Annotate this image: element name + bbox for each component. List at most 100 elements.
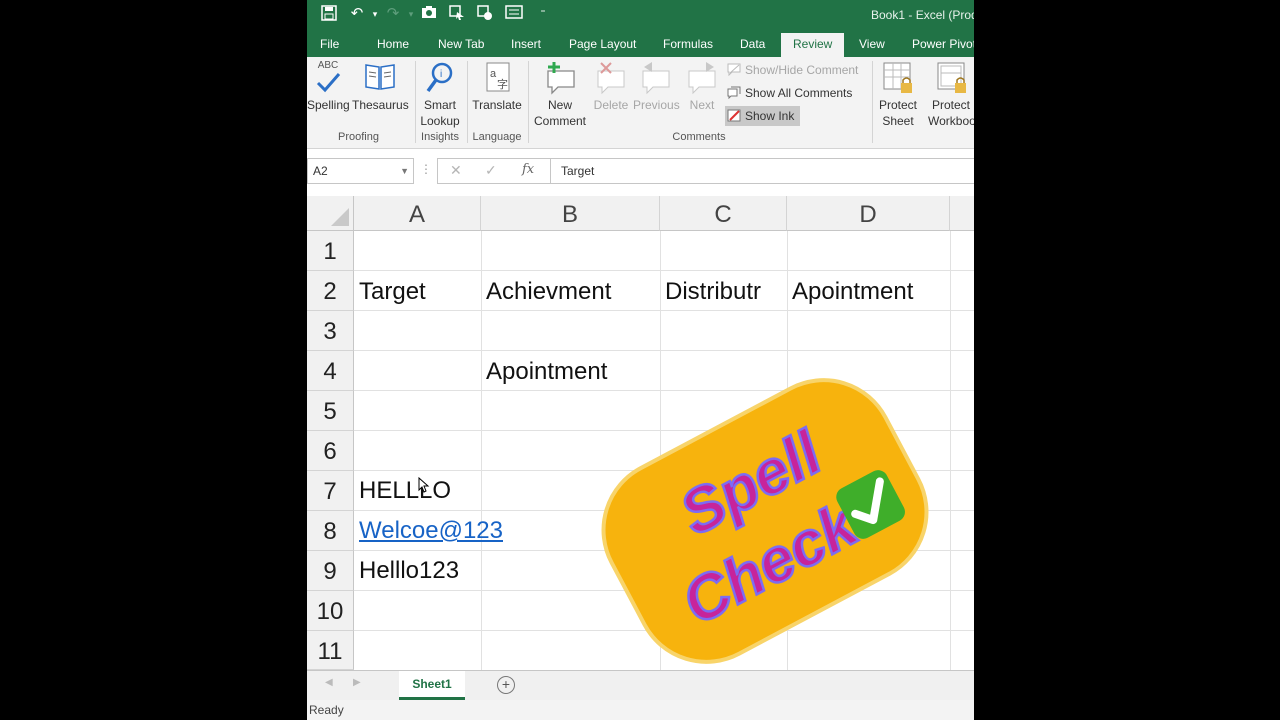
column-header-d[interactable]: D <box>787 196 950 231</box>
protect-workbook-button[interactable]: Protect Workbook <box>924 61 974 129</box>
row-header-1[interactable]: 1 <box>307 231 354 271</box>
camera-icon[interactable] <box>419 5 439 23</box>
formula-input[interactable]: Target <box>550 158 974 184</box>
redo-dropdown-icon: ▾ <box>408 9 414 19</box>
row-header-8[interactable]: 8 <box>307 511 354 551</box>
thesaurus-button[interactable]: Thesaurus <box>352 61 409 113</box>
status-text: Ready <box>309 703 344 717</box>
insights-group-label: Insights <box>421 131 459 143</box>
track-changes-icon[interactable] <box>475 5 495 23</box>
translate-label: Translate <box>472 98 522 112</box>
sheet-tab-sheet1[interactable]: Sheet1 <box>399 671 465 700</box>
cell-c2[interactable]: Distributr <box>665 272 761 312</box>
cancel-icon[interactable]: ✕ <box>450 162 462 179</box>
gridline <box>354 390 974 391</box>
show-hide-comment-button: Show/Hide Comment <box>725 60 858 80</box>
title-bar: ↶ ▾ ↷ ▾ ⁼ Book1 - Excel (Prod <box>307 0 974 30</box>
tab-view[interactable]: View <box>859 37 885 51</box>
tab-new-tab[interactable]: New Tab <box>438 37 484 51</box>
translate-button[interactable]: a字 Translate <box>469 61 525 113</box>
row-header-10[interactable]: 10 <box>307 591 354 631</box>
show-hide-comment-icon <box>727 63 741 76</box>
tab-data[interactable]: Data <box>740 37 765 51</box>
tab-power-pivot[interactable]: Power Pivot <box>912 37 974 51</box>
show-ink-label: Show Ink <box>745 109 795 123</box>
tab-home[interactable]: Home <box>377 37 409 51</box>
tab-file[interactable]: File <box>320 37 339 51</box>
cell-b4[interactable]: Apointment <box>486 352 607 392</box>
cell-a9[interactable]: Helllo123 <box>359 551 459 591</box>
translate-icon: a字 <box>481 61 513 95</box>
column-header-c[interactable]: C <box>660 196 787 231</box>
tab-insert[interactable]: Insert <box>511 37 541 51</box>
cell-d2[interactable]: Apointment <box>792 272 913 312</box>
name-box[interactable]: A2 ▼ <box>307 158 414 184</box>
gridline <box>481 231 482 670</box>
cell-a8-hyperlink[interactable]: Welcoe@123 <box>359 511 503 551</box>
cell-b2[interactable]: Achievment <box>486 272 611 312</box>
row-header-6[interactable]: 6 <box>307 431 354 471</box>
thesaurus-label: Thesaurus <box>352 98 409 112</box>
svg-text:i: i <box>440 69 442 80</box>
more-options-icon[interactable]: ⋮ <box>420 162 432 176</box>
delete-comment-button: Delete <box>591 61 631 113</box>
show-all-comments-label: Show All Comments <box>745 86 853 100</box>
name-box-dropdown-icon[interactable]: ▼ <box>400 159 409 183</box>
row-header-7[interactable]: 7 <box>307 471 354 511</box>
tab-formulas[interactable]: Formulas <box>663 37 713 51</box>
spelling-button[interactable]: ABC Spelling <box>307 61 350 113</box>
smart-lookup-button[interactable]: i Smart Lookup <box>417 61 463 129</box>
show-all-comments-button[interactable]: Show All Comments <box>725 83 852 103</box>
row-header-5[interactable]: 5 <box>307 391 354 431</box>
protect-sheet-button[interactable]: Protect Sheet <box>874 61 922 129</box>
insert-function-icon[interactable]: fx <box>522 162 534 177</box>
column-header-b[interactable]: B <box>481 196 660 231</box>
spelling-label: Spelling <box>307 98 350 112</box>
tab-review[interactable]: Review <box>781 33 845 57</box>
abc-label: ABC <box>317 60 339 71</box>
next-label: Next <box>689 98 715 112</box>
proofing-group-label: Proofing <box>338 131 379 143</box>
row-header-3[interactable]: 3 <box>307 311 354 351</box>
redo-icon: ↷ <box>386 5 400 22</box>
scroll-right-icon[interactable]: ▶ <box>353 677 361 688</box>
new-comment-button[interactable]: New Comment <box>531 61 589 129</box>
tab-page-layout[interactable]: Page Layout <box>569 37 636 51</box>
svg-text:a: a <box>490 68 497 80</box>
row-header-11[interactable]: 11 <box>307 631 354 670</box>
previous-comment-button: Previous <box>633 61 680 113</box>
cell-a7[interactable]: HELLLO <box>359 471 451 511</box>
scroll-left-icon[interactable]: ◀ <box>325 677 333 688</box>
undo-dropdown-icon[interactable]: ▾ <box>365 5 385 23</box>
new-comment-label-1: New <box>547 98 572 112</box>
protect-workbook-icon <box>936 61 968 95</box>
gridline <box>354 270 974 271</box>
previous-label: Previous <box>633 98 680 112</box>
row-header-9[interactable]: 9 <box>307 551 354 591</box>
add-sheet-icon[interactable]: + <box>497 676 515 694</box>
column-header-a[interactable]: A <box>354 196 481 231</box>
form-icon[interactable] <box>504 5 524 23</box>
undo-icon[interactable]: ↶ <box>347 5 367 23</box>
protect-sheet-label-2: Sheet <box>882 114 914 128</box>
cell-a2[interactable]: Target <box>359 272 426 312</box>
enter-icon[interactable]: ✓ <box>485 162 497 179</box>
next-comment-icon <box>686 61 718 95</box>
protect-sheet-label-1: Protect <box>878 98 917 112</box>
pointer-icon[interactable] <box>447 5 467 23</box>
column-header-e[interactable] <box>950 196 974 231</box>
gridline <box>950 231 951 670</box>
row-header-4[interactable]: 4 <box>307 351 354 391</box>
group-separator <box>467 61 468 143</box>
show-ink-button[interactable]: Show Ink <box>725 106 801 126</box>
customize-toolbar-icon[interactable]: ⁼ <box>533 5 553 23</box>
new-comment-label-2: Comment <box>533 114 586 128</box>
name-box-value: A2 <box>313 164 328 178</box>
protect-sheet-icon <box>882 61 914 95</box>
select-all-button[interactable] <box>307 196 354 231</box>
row-header-2[interactable]: 2 <box>307 271 354 311</box>
gridline <box>354 350 974 351</box>
spelling-icon: ABC <box>312 61 344 95</box>
language-group-label: Language <box>472 131 522 143</box>
save-icon[interactable] <box>319 5 339 23</box>
